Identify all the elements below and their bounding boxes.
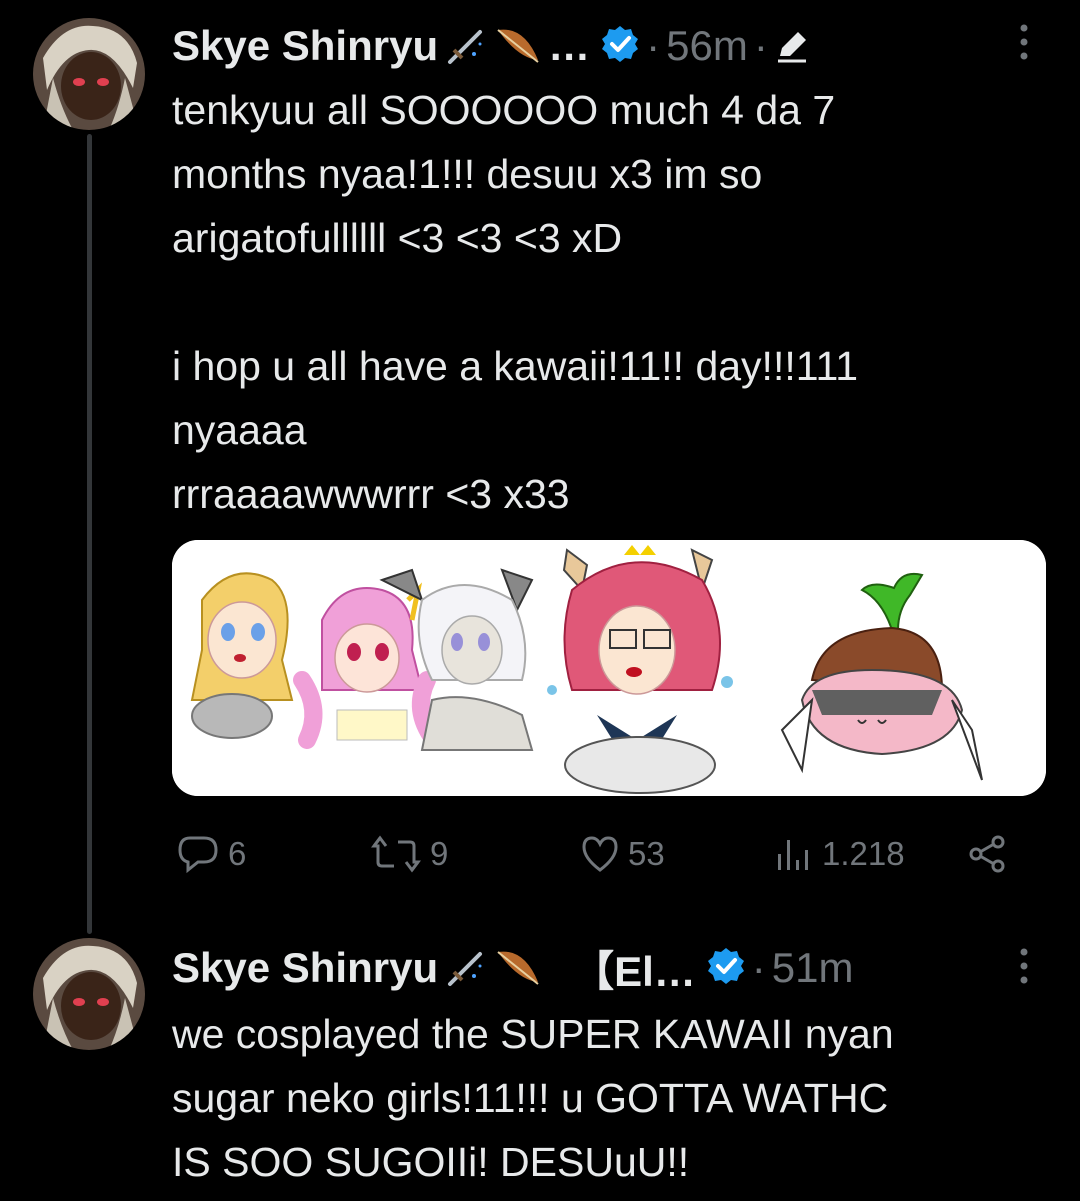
views-button[interactable]: 1.218 (774, 834, 905, 874)
tweet-text: tenkyuu all SOOOOOO much 4 da 7 months n… (172, 87, 859, 517)
tweet-time[interactable]: 51m (772, 944, 854, 992)
tweet-text: we cosplayed the SUPER KAWAII nyan sugar… (172, 1011, 894, 1185)
retweet-count: 9 (430, 835, 449, 872)
tweet-header: Skye Shinryu 【El… · 51m (172, 940, 854, 996)
dagger-emoji-icon (444, 946, 488, 990)
verified-badge-icon (706, 946, 746, 991)
separator-dot: · (751, 944, 766, 991)
like-icon (582, 836, 618, 872)
feather-emoji-icon (494, 946, 542, 990)
reply-count: 6 (228, 835, 247, 872)
verified-badge-icon (600, 24, 640, 69)
avatar[interactable] (33, 18, 145, 130)
retweet-button[interactable]: 9 (370, 834, 448, 874)
author-name-truncation: … (548, 22, 591, 69)
feather-emoji-icon (494, 24, 542, 68)
more-options-icon[interactable] (1008, 946, 1040, 986)
author-name[interactable]: Skye Shinryu (172, 22, 438, 70)
thread-connector-line (87, 134, 92, 934)
separator-dot: · (753, 22, 768, 69)
views-icon (778, 840, 808, 870)
views-count: 1.218 (822, 835, 905, 872)
retweet-icon (371, 835, 421, 873)
reply-button[interactable]: 6 (176, 834, 246, 874)
author-name[interactable]: Skye Shinryu (172, 944, 438, 992)
author-name-truncation: 【El… (572, 947, 696, 995)
like-count: 53 (628, 835, 665, 872)
share-icon[interactable] (966, 834, 1010, 874)
like-button[interactable]: 53 (580, 834, 665, 874)
tweet-header: Skye Shinryu … · 56m · (172, 18, 810, 74)
separator-dot: · (646, 22, 661, 69)
more-options-icon[interactable] (1008, 22, 1040, 62)
dagger-emoji-icon (444, 24, 488, 68)
edited-pencil-icon[interactable] (774, 28, 810, 64)
avatar[interactable] (33, 938, 145, 1050)
tweet-image[interactable] (172, 540, 1046, 796)
tweet-time[interactable]: 56m (666, 22, 748, 70)
reply-icon (178, 836, 218, 874)
